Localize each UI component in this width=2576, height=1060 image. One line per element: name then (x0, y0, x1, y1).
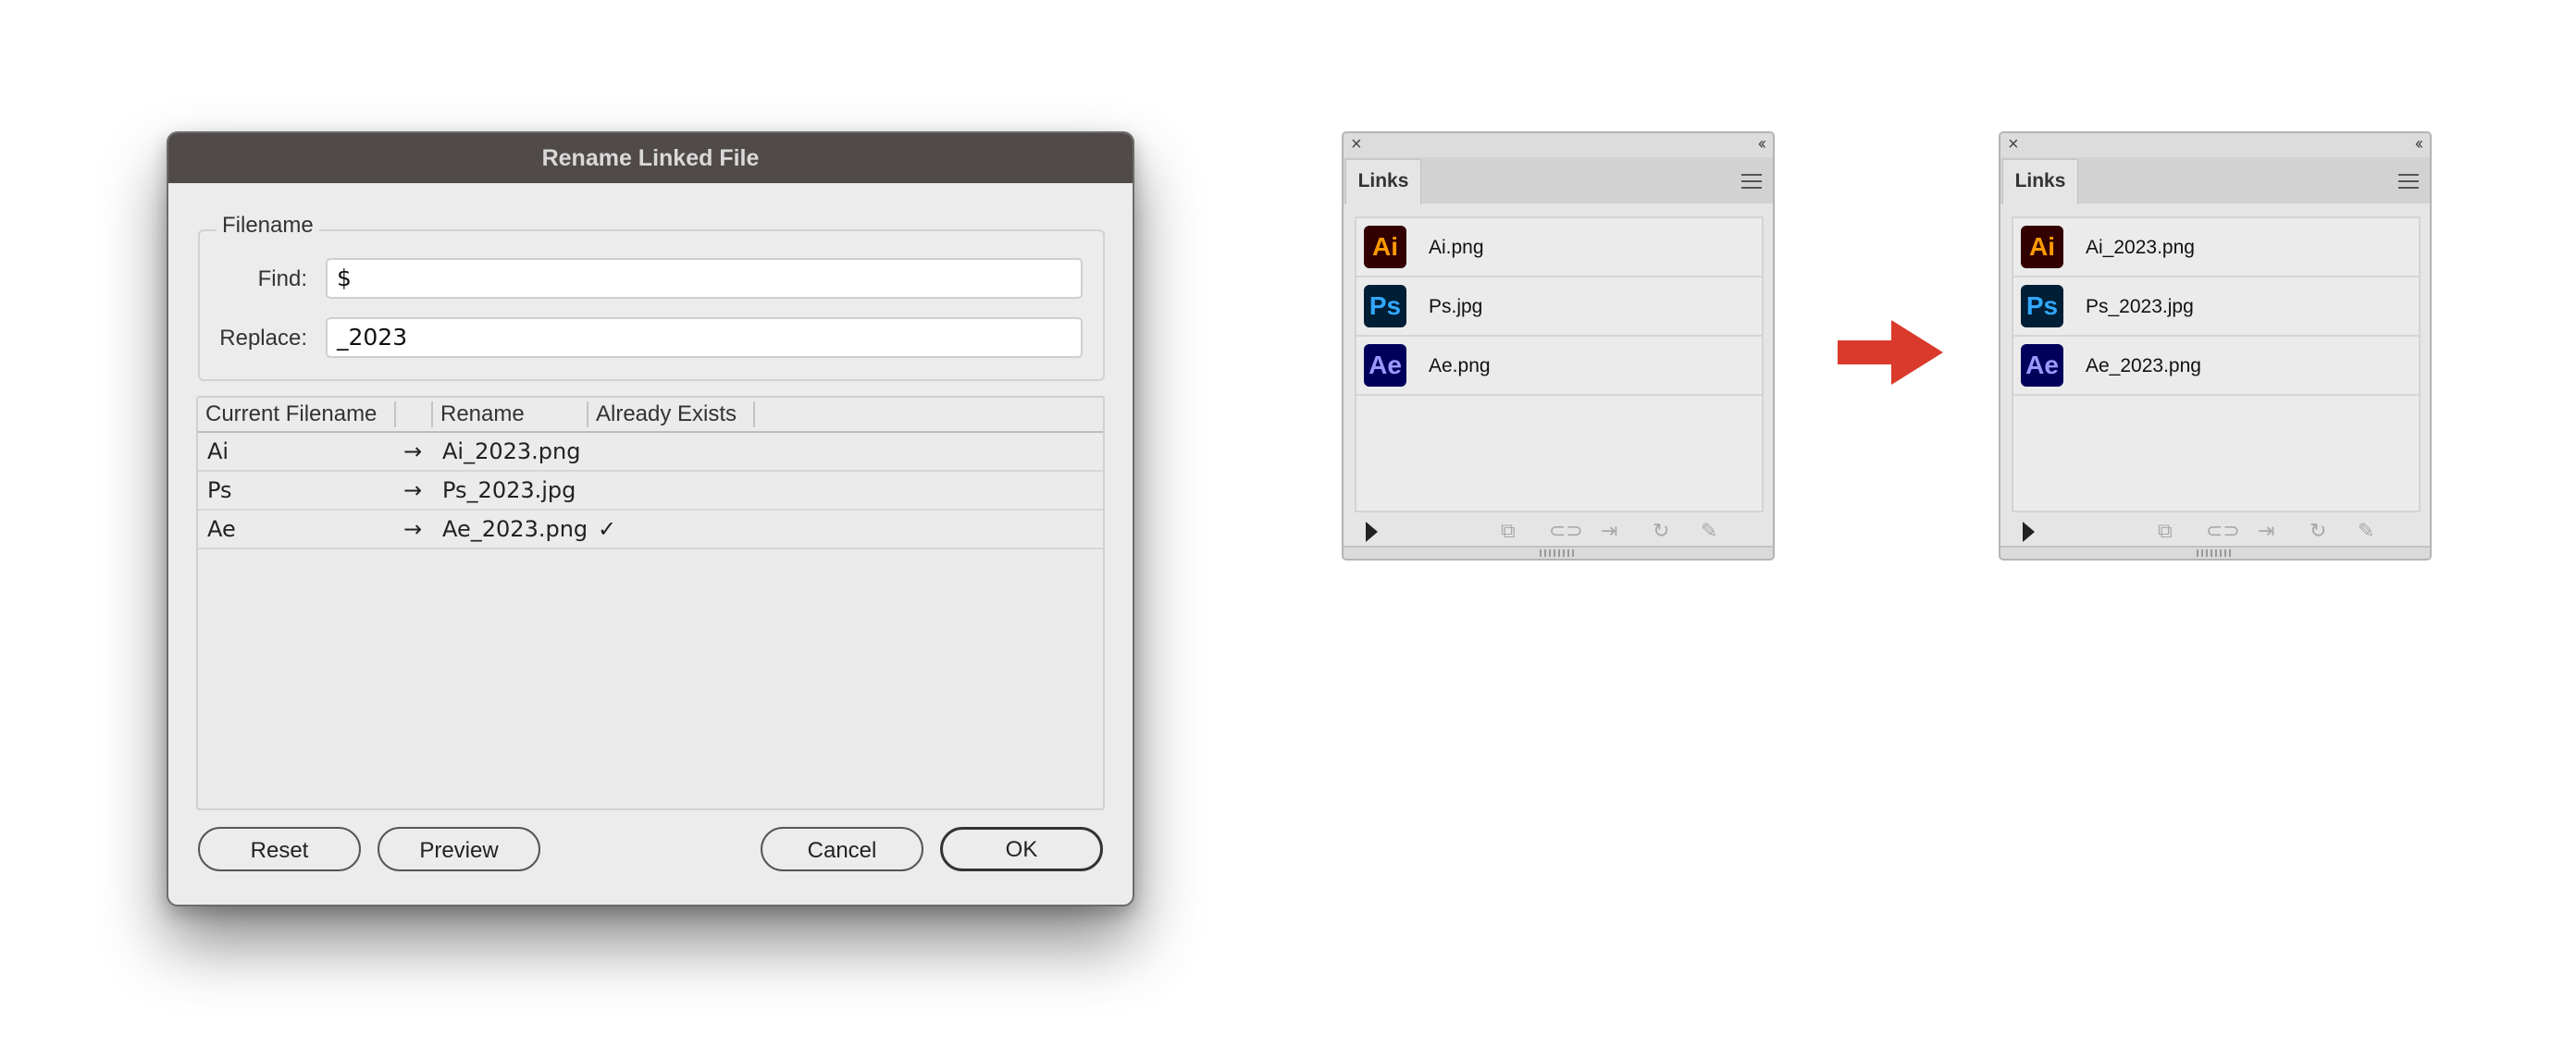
panel-header-bar: × ‹‹ (2000, 133, 2430, 158)
close-icon[interactable]: × (1351, 133, 1362, 155)
link-name: Ps_2023.jpg (2086, 296, 2194, 317)
edit-original-icon[interactable]: ✎ (2358, 520, 2374, 542)
table-row[interactable]: Ae → Ae_2023.png ✓ (198, 511, 1103, 549)
replace-input[interactable]: _2023 (326, 317, 1083, 358)
arrow-cell: → (403, 477, 423, 503)
tab-links[interactable]: Links (2002, 159, 2078, 204)
after-effects-icon: Ae (1364, 344, 1406, 387)
collapse-icon[interactable]: ‹‹ (1758, 133, 1766, 154)
tab-links[interactable]: Links (1345, 159, 1421, 204)
links-panel-after: × ‹‹ Links Ai Ai_2023.png Ps Ps_2023.jpg… (1999, 131, 2432, 561)
table-row[interactable]: Ps → Ps_2023.jpg (198, 472, 1103, 511)
after-effects-icon: Ae (2021, 344, 2063, 387)
current-filename-cell: Ae (207, 516, 236, 542)
arrow-cell: → (403, 516, 423, 542)
photoshop-icon: Ps (2021, 285, 2063, 327)
list-item[interactable]: Ai Ai_2023.png (2013, 218, 2419, 277)
update-icon[interactable]: ↻ (1653, 520, 1669, 542)
rename-linked-file-dialog: Rename Linked File Filename Find: $ Repl… (167, 131, 1134, 906)
list-item[interactable]: Ai Ai.png (1356, 218, 1762, 277)
show-link-info-icon[interactable] (2023, 522, 2035, 542)
col-rename[interactable]: Rename (440, 400, 525, 429)
panel-menu-icon[interactable] (1741, 174, 1762, 193)
column-divider[interactable] (587, 401, 588, 427)
find-input[interactable]: $ (326, 258, 1083, 299)
column-divider[interactable] (431, 401, 433, 427)
rename-preview-table: Current Filename Rename Already Exists A… (196, 396, 1105, 810)
table-header: Current Filename Rename Already Exists (198, 398, 1103, 433)
links-list: Ai Ai_2023.png Ps Ps_2023.jpg Ae Ae_2023… (2012, 216, 2421, 512)
list-item[interactable]: Ps Ps_2023.jpg (2013, 277, 2419, 337)
panel-header-bar: × ‹‹ (1344, 133, 1773, 158)
panel-toolbar: ⧉ ⊂⊃ ⇥ ↻ ✎ (2000, 516, 2430, 546)
column-divider[interactable] (394, 401, 396, 427)
illustrator-icon: Ai (1364, 226, 1406, 268)
rename-cell: Ps_2023.jpg (442, 477, 576, 503)
panel-toolbar: ⧉ ⊂⊃ ⇥ ↻ ✎ (1344, 516, 1773, 546)
find-label: Find: (257, 266, 307, 291)
col-current-filename[interactable]: Current Filename (205, 400, 377, 429)
filename-group-title: Filename (217, 213, 319, 239)
grip-icon (2197, 549, 2234, 557)
list-item[interactable]: Ae Ae_2023.png (2013, 337, 2419, 396)
collapse-icon[interactable]: ‹‹ (2415, 133, 2423, 154)
relink-icon[interactable]: ⧉ (1501, 520, 1516, 542)
arrow-cell: → (403, 438, 423, 464)
goto-link-icon[interactable]: ⊂⊃ (2206, 520, 2240, 542)
photoshop-icon: Ps (1364, 285, 1406, 327)
link-name: Ae.png (1429, 355, 1491, 376)
goto-link-icon[interactable]: ⊂⊃ (1549, 520, 1583, 542)
resize-handle[interactable] (2000, 546, 2430, 559)
links-panel-before: × ‹‹ Links Ai Ai.png Ps Ps.jpg Ae Ae.png… (1342, 131, 1775, 561)
update-icon[interactable]: ↻ (2310, 520, 2326, 542)
relink-icon[interactable]: ⧉ (2158, 520, 2173, 542)
table-row[interactable]: Ai → Ai_2023.png (198, 433, 1103, 472)
ok-button[interactable]: OK (940, 827, 1103, 871)
already-exists-cell: ✓ (598, 516, 617, 542)
dialog-title: Rename Linked File (168, 133, 1133, 183)
col-already-exists[interactable]: Already Exists (596, 400, 737, 429)
link-name: Ps.jpg (1429, 296, 1483, 317)
reset-button[interactable]: Reset (198, 827, 361, 871)
grip-icon (1540, 549, 1577, 557)
current-filename-cell: Ai (207, 438, 229, 464)
replace-label: Replace: (219, 326, 307, 351)
links-list: Ai Ai.png Ps Ps.jpg Ae Ae.png (1355, 216, 1764, 512)
preview-button[interactable]: Preview (378, 827, 540, 871)
list-item[interactable]: Ps Ps.jpg (1356, 277, 1762, 337)
edit-original-icon[interactable]: ✎ (1701, 520, 1717, 542)
panel-menu-icon[interactable] (2398, 174, 2419, 193)
list-item[interactable]: Ae Ae.png (1356, 337, 1762, 396)
resize-handle[interactable] (1344, 546, 1773, 559)
link-name: Ai_2023.png (2086, 237, 2195, 258)
panel-tabstrip: Links (1344, 157, 1773, 204)
cancel-button[interactable]: Cancel (761, 827, 923, 871)
panel-tabstrip: Links (2000, 157, 2430, 204)
rename-cell: Ae_2023.png (442, 516, 588, 542)
arrow-icon (1838, 320, 1943, 385)
embed-icon[interactable]: ⇥ (2258, 520, 2274, 542)
current-filename-cell: Ps (207, 477, 232, 503)
close-icon[interactable]: × (2008, 133, 2019, 155)
link-name: Ae_2023.png (2086, 355, 2201, 376)
embed-icon[interactable]: ⇥ (1601, 520, 1617, 542)
filename-group (198, 229, 1105, 381)
column-divider[interactable] (753, 401, 755, 427)
show-link-info-icon[interactable] (1366, 522, 1378, 542)
illustrator-icon: Ai (2021, 226, 2063, 268)
rename-cell: Ai_2023.png (442, 438, 581, 464)
link-name: Ai.png (1429, 237, 1484, 258)
